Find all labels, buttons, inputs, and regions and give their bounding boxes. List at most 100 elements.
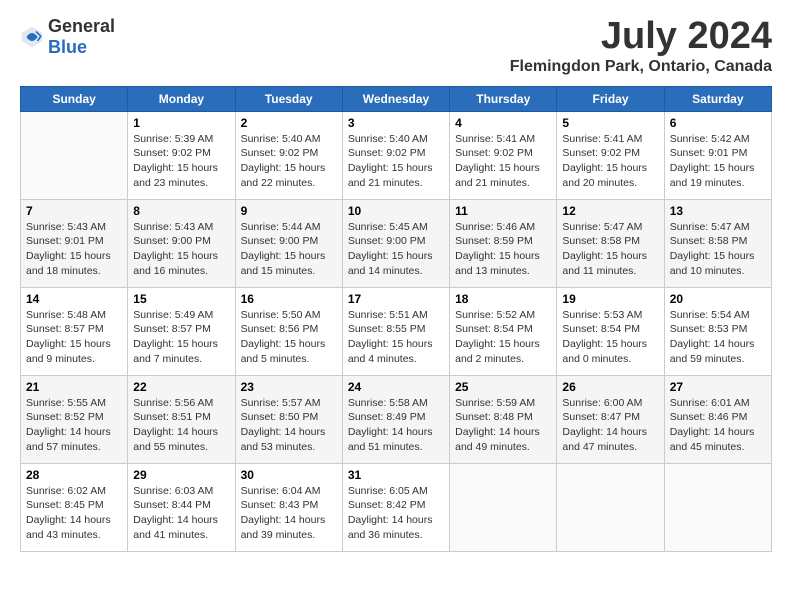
calendar-cell: 19 Sunrise: 5:53 AMSunset: 8:54 PMDayligh… xyxy=(557,287,664,375)
day-number: 11 xyxy=(455,204,551,218)
day-number: 27 xyxy=(670,380,766,394)
calendar-cell: 7Sunrise: 5:43 AMSunset: 9:01 PMDaylight… xyxy=(21,199,128,287)
cell-content: Sunrise: 6:02 AMSunset: 8:45 PMDaylight:… xyxy=(26,484,122,543)
day-number: 19 xyxy=(562,292,658,306)
day-number: 23 xyxy=(241,380,337,394)
week-row-4: 21 Sunrise: 5:55 AMSunset: 8:52 PMDayligh… xyxy=(21,375,772,463)
day-number: 28 xyxy=(26,468,122,482)
day-number: 12 xyxy=(562,204,658,218)
calendar-cell xyxy=(557,463,664,551)
day-number: 29 xyxy=(133,468,229,482)
day-number: 10 xyxy=(348,204,444,218)
cell-content: Sunrise: 5:57 AMSunset: 8:50 PMDaylight:… xyxy=(241,396,337,455)
week-row-1: 1 Sunrise: 5:39 AMSunset: 9:02 PMDaylight… xyxy=(21,111,772,199)
day-number: 13 xyxy=(670,204,766,218)
title-block: July 2024 Flemingdon Park, Ontario, Cana… xyxy=(510,16,772,76)
calendar-cell: 18Sunrise: 5:52 AMSunset: 8:54 PMDayligh… xyxy=(450,287,557,375)
day-number: 9 xyxy=(241,204,337,218)
calendar-table: SundayMondayTuesdayWednesdayThursdayFrid… xyxy=(20,86,772,552)
day-number: 24 xyxy=(348,380,444,394)
calendar-cell: 6 Sunrise: 5:42 AMSunset: 9:01 PMDaylight… xyxy=(664,111,771,199)
calendar-cell: 20 Sunrise: 5:54 AMSunset: 8:53 PMDayligh… xyxy=(664,287,771,375)
cell-content: Sunrise: 5:49 AMSunset: 8:57 PMDaylight:… xyxy=(133,308,229,367)
cell-content: Sunrise: 5:52 AMSunset: 8:54 PMDaylight:… xyxy=(455,308,551,367)
calendar-header: SundayMondayTuesdayWednesdayThursdayFrid… xyxy=(21,86,772,111)
calendar-cell: 10 Sunrise: 5:45 AMSunset: 9:00 PMDayligh… xyxy=(342,199,449,287)
day-number: 26 xyxy=(562,380,658,394)
cell-content: Sunrise: 5:39 AMSunset: 9:02 PMDaylight:… xyxy=(133,132,229,191)
cell-content: Sunrise: 5:41 AMSunset: 9:02 PMDaylight:… xyxy=(455,132,551,191)
cell-content: Sunrise: 5:46 AMSunset: 8:59 PMDaylight:… xyxy=(455,220,551,279)
logo-text: General Blue xyxy=(48,16,115,58)
cell-content: Sunrise: 5:53 AMSunset: 8:54 PMDaylight:… xyxy=(562,308,658,367)
day-number: 6 xyxy=(670,116,766,130)
week-row-3: 14 Sunrise: 5:48 AMSunset: 8:57 PMDayligh… xyxy=(21,287,772,375)
day-number: 3 xyxy=(348,116,444,130)
cell-content: Sunrise: 6:00 AMSunset: 8:47 PMDaylight:… xyxy=(562,396,658,455)
logo-blue: Blue xyxy=(48,37,87,57)
cell-content: Sunrise: 5:43 AMSunset: 9:01 PMDaylight:… xyxy=(26,220,122,279)
day-number: 1 xyxy=(133,116,229,130)
calendar-cell: 17 Sunrise: 5:51 AMSunset: 8:55 PMDayligh… xyxy=(342,287,449,375)
calendar-cell: 5Sunrise: 5:41 AMSunset: 9:02 PMDaylight… xyxy=(557,111,664,199)
cell-content: Sunrise: 5:47 AMSunset: 8:58 PMDaylight:… xyxy=(562,220,658,279)
day-number: 15 xyxy=(133,292,229,306)
logo-general: General xyxy=(48,16,115,36)
calendar-cell: 9 Sunrise: 5:44 AMSunset: 9:00 PMDaylight… xyxy=(235,199,342,287)
calendar-cell xyxy=(450,463,557,551)
calendar-cell: 26 Sunrise: 6:00 AMSunset: 8:47 PMDayligh… xyxy=(557,375,664,463)
header-day-saturday: Saturday xyxy=(664,86,771,111)
header-row: SundayMondayTuesdayWednesdayThursdayFrid… xyxy=(21,86,772,111)
calendar-cell: 24 Sunrise: 5:58 AMSunset: 8:49 PMDayligh… xyxy=(342,375,449,463)
logo: General Blue xyxy=(20,16,115,58)
calendar-cell: 29 Sunrise: 6:03 AMSunset: 8:44 PMDayligh… xyxy=(128,463,235,551)
cell-content: Sunrise: 6:01 AMSunset: 8:46 PMDaylight:… xyxy=(670,396,766,455)
day-number: 8 xyxy=(133,204,229,218)
cell-content: Sunrise: 5:41 AMSunset: 9:02 PMDaylight:… xyxy=(562,132,658,191)
cell-content: Sunrise: 5:44 AMSunset: 9:00 PMDaylight:… xyxy=(241,220,337,279)
header-day-monday: Monday xyxy=(128,86,235,111)
day-number: 17 xyxy=(348,292,444,306)
calendar-cell xyxy=(664,463,771,551)
cell-content: Sunrise: 6:05 AMSunset: 8:42 PMDaylight:… xyxy=(348,484,444,543)
day-number: 20 xyxy=(670,292,766,306)
cell-content: Sunrise: 5:55 AMSunset: 8:52 PMDaylight:… xyxy=(26,396,122,455)
cell-content: Sunrise: 5:43 AMSunset: 9:00 PMDaylight:… xyxy=(133,220,229,279)
day-number: 21 xyxy=(26,380,122,394)
cell-content: Sunrise: 5:40 AMSunset: 9:02 PMDaylight:… xyxy=(241,132,337,191)
header-day-thursday: Thursday xyxy=(450,86,557,111)
cell-content: Sunrise: 5:50 AMSunset: 8:56 PMDaylight:… xyxy=(241,308,337,367)
calendar-cell: 4 Sunrise: 5:41 AMSunset: 9:02 PMDaylight… xyxy=(450,111,557,199)
calendar-cell: 15 Sunrise: 5:49 AMSunset: 8:57 PMDayligh… xyxy=(128,287,235,375)
cell-content: Sunrise: 5:48 AMSunset: 8:57 PMDaylight:… xyxy=(26,308,122,367)
day-number: 31 xyxy=(348,468,444,482)
cell-content: Sunrise: 5:40 AMSunset: 9:02 PMDaylight:… xyxy=(348,132,444,191)
calendar-cell: 23 Sunrise: 5:57 AMSunset: 8:50 PMDayligh… xyxy=(235,375,342,463)
day-number: 30 xyxy=(241,468,337,482)
logo-icon xyxy=(20,25,44,49)
day-number: 4 xyxy=(455,116,551,130)
header-day-sunday: Sunday xyxy=(21,86,128,111)
cell-content: Sunrise: 5:54 AMSunset: 8:53 PMDaylight:… xyxy=(670,308,766,367)
month-title: July 2024 xyxy=(510,16,772,58)
location-title: Flemingdon Park, Ontario, Canada xyxy=(510,58,772,76)
cell-content: Sunrise: 5:51 AMSunset: 8:55 PMDaylight:… xyxy=(348,308,444,367)
calendar-cell: 21 Sunrise: 5:55 AMSunset: 8:52 PMDayligh… xyxy=(21,375,128,463)
day-number: 25 xyxy=(455,380,551,394)
calendar-cell: 31 Sunrise: 6:05 AMSunset: 8:42 PMDayligh… xyxy=(342,463,449,551)
day-number: 14 xyxy=(26,292,122,306)
cell-content: Sunrise: 5:59 AMSunset: 8:48 PMDaylight:… xyxy=(455,396,551,455)
cell-content: Sunrise: 6:03 AMSunset: 8:44 PMDaylight:… xyxy=(133,484,229,543)
header-day-tuesday: Tuesday xyxy=(235,86,342,111)
cell-content: Sunrise: 5:45 AMSunset: 9:00 PMDaylight:… xyxy=(348,220,444,279)
week-row-5: 28 Sunrise: 6:02 AMSunset: 8:45 PMDayligh… xyxy=(21,463,772,551)
cell-content: Sunrise: 5:42 AMSunset: 9:01 PMDaylight:… xyxy=(670,132,766,191)
header-day-wednesday: Wednesday xyxy=(342,86,449,111)
calendar-cell: 27 Sunrise: 6:01 AMSunset: 8:46 PMDayligh… xyxy=(664,375,771,463)
calendar-cell: 14 Sunrise: 5:48 AMSunset: 8:57 PMDayligh… xyxy=(21,287,128,375)
cell-content: Sunrise: 6:04 AMSunset: 8:43 PMDaylight:… xyxy=(241,484,337,543)
calendar-body: 1 Sunrise: 5:39 AMSunset: 9:02 PMDaylight… xyxy=(21,111,772,551)
calendar-cell: 25 Sunrise: 5:59 AMSunset: 8:48 PMDayligh… xyxy=(450,375,557,463)
cell-content: Sunrise: 5:58 AMSunset: 8:49 PMDaylight:… xyxy=(348,396,444,455)
calendar-cell: 11 Sunrise: 5:46 AMSunset: 8:59 PMDayligh… xyxy=(450,199,557,287)
